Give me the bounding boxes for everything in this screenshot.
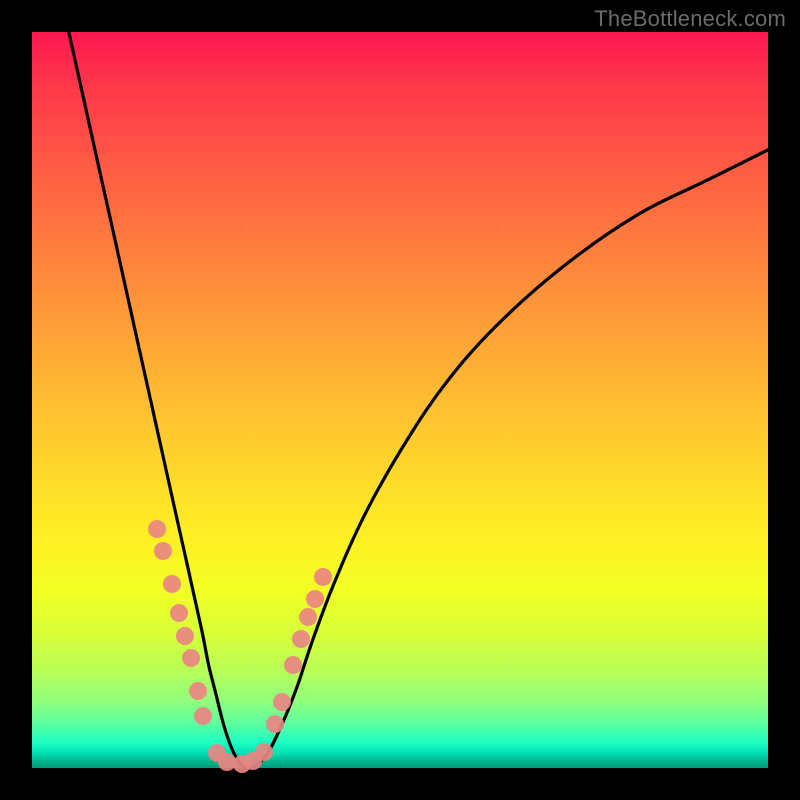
data-point <box>189 682 207 700</box>
data-point <box>154 542 172 560</box>
data-point <box>182 649 200 667</box>
data-point <box>299 608 317 626</box>
data-point <box>148 520 166 538</box>
watermark-text: TheBottleneck.com <box>594 6 786 32</box>
chart-frame: TheBottleneck.com <box>0 0 800 800</box>
data-point <box>266 715 284 733</box>
data-point <box>306 590 324 608</box>
data-point <box>255 743 273 761</box>
data-point <box>163 575 181 593</box>
bottleneck-curve <box>32 32 768 768</box>
plot-area <box>32 32 768 768</box>
data-point <box>176 627 194 645</box>
data-point <box>273 693 291 711</box>
data-point <box>314 568 332 586</box>
